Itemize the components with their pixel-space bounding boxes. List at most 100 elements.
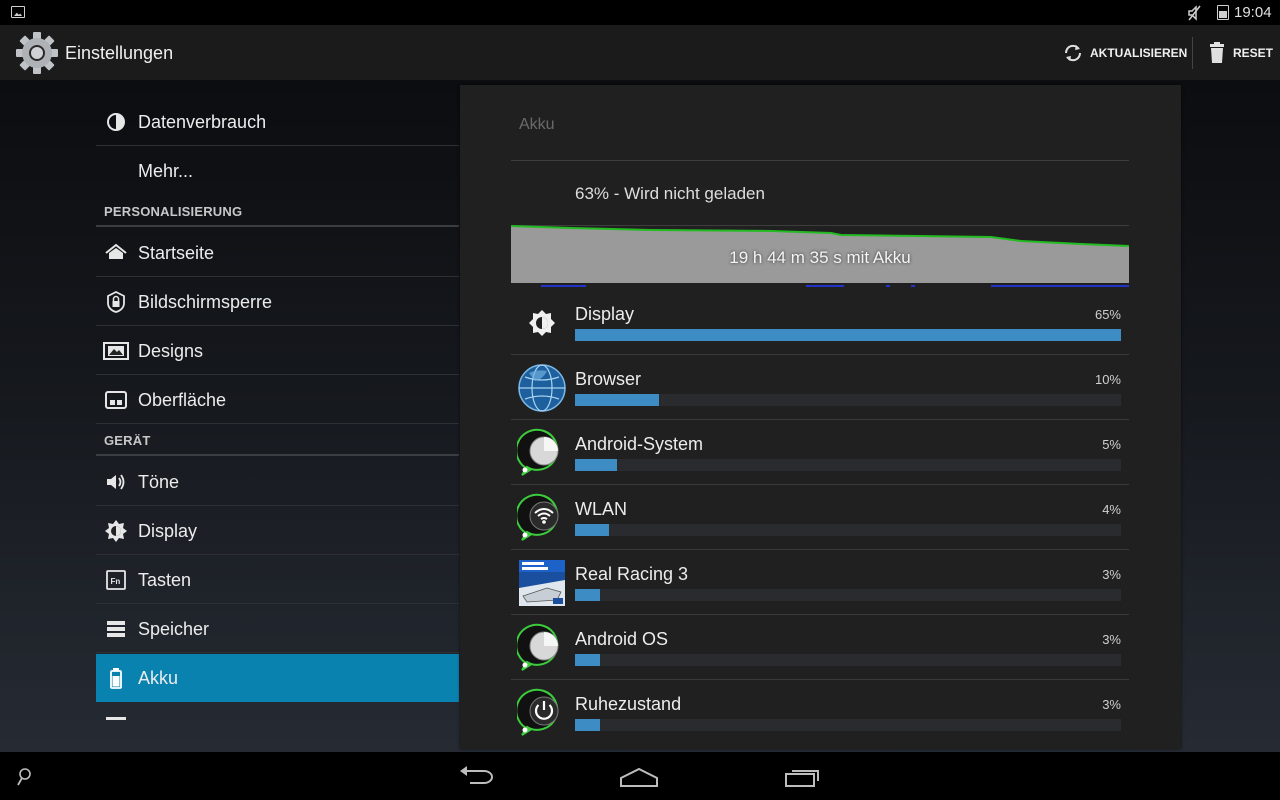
usage-percent: 3% [1102,697,1121,712]
storage-icon [107,621,125,637]
usage-percent: 65% [1094,307,1121,322]
sidebar-item-label: Startseite [138,243,215,263]
usage-row-display[interactable]: Display 65% [511,290,1129,355]
sidebar-item-tasten[interactable]: Fn Tasten [96,556,459,604]
usage-bar-fill [575,459,617,471]
battery-icon [1217,5,1229,20]
page-title: Einstellungen [65,43,174,63]
usage-row-real-racing-3[interactable]: Real Racing 3 3% [511,550,1129,615]
volume-icon [107,474,125,490]
usage-name: Browser [575,369,642,389]
sidebar-item-toene[interactable]: Töne [96,458,459,506]
usage-bar-fill [575,654,601,666]
usage-row-ruhezustand[interactable]: Ruhezustand 3% [511,680,1129,745]
usage-row-android-system[interactable]: Android-System 5% [511,420,1129,485]
usage-name: Android OS [575,629,669,649]
section-header-geraet: GERÄT [96,426,459,456]
usage-bar-fill [575,719,601,731]
sidebar-item-label: Töne [138,472,180,492]
usage-bar [575,329,1121,341]
usage-bar [575,719,1121,731]
sidebar-item-bildschirmsperre[interactable]: Bildschirmsperre [96,278,459,326]
settings-gear-icon[interactable] [14,30,60,76]
battery-status: 63% - Wird nicht geladen [575,184,765,203]
usage-row-browser[interactable]: Browser 10% [511,355,1129,420]
clock: 19:04 [1234,4,1272,21]
battery-icon [110,668,122,689]
sidebar-item-label: Datenverbrauch [138,112,267,132]
usage-name: Real Racing 3 [575,564,689,584]
designs-icon [103,342,129,360]
android-system-icon [517,428,559,476]
data-usage-icon [107,113,125,131]
reset-label: RESET [1233,46,1274,60]
sidebar-item-datenverbrauch[interactable]: Datenverbrauch [96,98,459,146]
section-header-label: PERSONALISIERUNG [104,204,243,219]
sidebar-item-designs[interactable]: Designs [96,327,459,375]
status-bar: 19:04 [0,0,1280,25]
usage-row-wlan[interactable]: WLAN 4% [511,485,1129,550]
divider [511,160,1129,161]
sidebar-item-label: Akku [138,668,179,688]
action-divider [1192,37,1193,69]
search-icon[interactable] [16,766,36,788]
sidebar-item-label: Designs [138,341,204,361]
sidebar-item-label: Display [138,521,198,541]
section-header-label: GERÄT [104,433,151,448]
home-nav-icon[interactable] [619,766,659,788]
back-icon[interactable] [458,766,496,788]
usage-bar-fill [575,394,659,406]
trash-icon [1210,42,1224,63]
sidebar-item-display[interactable]: Display [96,507,459,555]
usage-name: Ruhezustand [575,694,682,714]
sidebar-item-label: Mehr... [138,161,194,181]
refresh-button[interactable]: AKTUALISIEREN [1062,25,1187,81]
settings-sidebar: Datenverbrauch Mehr... PERSONALISIERUNG … [96,98,459,720]
sidebar-next-item-peek [106,717,126,720]
sidebar-item-label: Bildschirmsperre [138,292,273,312]
sidebar-item-label: Speicher [138,619,210,639]
navigation-bar [0,752,1280,800]
usage-bar-fill [575,589,601,601]
display-brightness-icon [529,310,555,336]
usage-bar [575,459,1121,471]
battery-panel: Akku 63% - Wird nicht geladen 19 h 44 m … [460,85,1181,749]
fn-key-icon: Fn [106,570,126,590]
usage-name: Display [575,304,635,324]
usage-bar [575,654,1121,666]
real-racing-3-icon [519,560,565,606]
usage-bar [575,394,1121,406]
section-header-personalisierung: PERSONALISIERUNG [96,197,459,227]
recent-apps-icon[interactable] [784,766,822,788]
usage-bar-fill [575,329,1121,341]
usage-percent: 4% [1102,502,1121,517]
svg-text:Fn: Fn [111,577,121,586]
usage-percent: 3% [1102,632,1121,647]
usage-percent: 5% [1102,437,1121,452]
sidebar-item-oberflaeche[interactable]: Oberfläche [96,376,459,424]
usage-name: Android-System [575,434,704,454]
sidebar-item-akku[interactable]: Akku [96,654,459,702]
panel-title: Akku [519,116,555,133]
brightness-icon [105,520,127,542]
usage-bar [575,524,1121,536]
muted-icon [1188,5,1201,21]
standby-power-icon [517,688,559,736]
sidebar-item-mehr[interactable]: Mehr... [96,147,459,195]
usage-percent: 3% [1102,567,1121,582]
sidebar-item-startseite[interactable]: Startseite [96,229,459,277]
home-icon [105,243,127,259]
sidebar-item-speicher[interactable]: Speicher [96,605,459,653]
refresh-label: AKTUALISIEREN [1090,46,1188,60]
image-notification-icon [11,6,25,18]
usage-row-android-os[interactable]: Android OS 3% [511,615,1129,680]
sidebar-item-label: Tasten [138,570,192,590]
reset-button[interactable]: RESET [1207,25,1273,81]
refresh-icon [1064,44,1082,62]
android-os-icon [517,623,559,671]
lock-icon [107,291,125,313]
sidebar-item-label: Oberfläche [138,390,227,410]
battery-history-graph[interactable]: 19 h 44 m 35 s mit Akku [510,225,1130,287]
wifi-icon [517,493,559,541]
usage-bar-fill [575,524,609,536]
